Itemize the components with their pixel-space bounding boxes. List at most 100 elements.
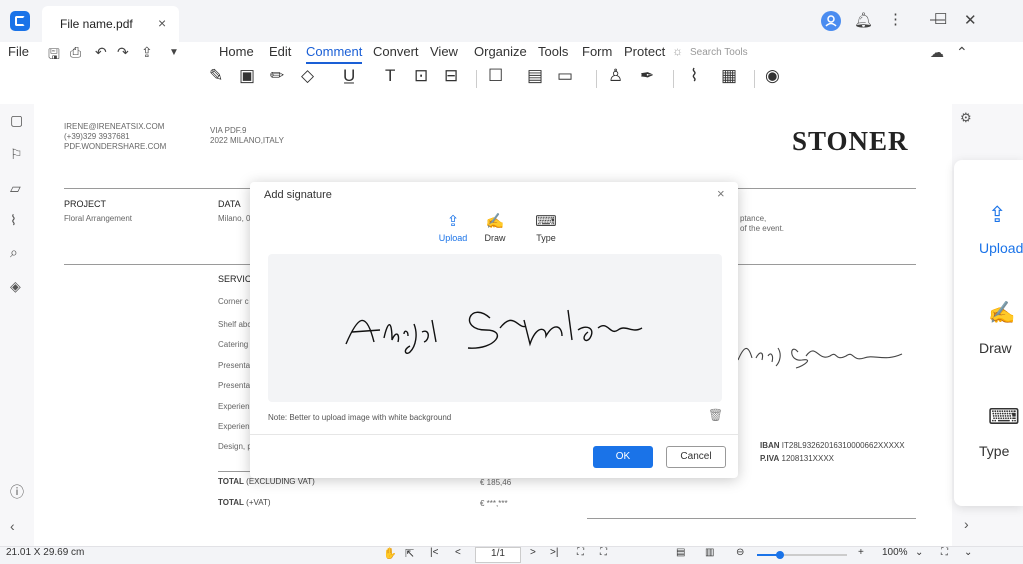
help-icon[interactable]: ⓘ bbox=[10, 482, 24, 502]
service-row: Corner c bbox=[218, 297, 249, 306]
zoom-level[interactable]: 100% bbox=[882, 547, 908, 558]
file-tab[interactable]: File name.pdf × bbox=[42, 6, 179, 42]
tab-upload[interactable]: ⇪ Upload bbox=[433, 212, 473, 243]
search-icon[interactable]: ⌕ bbox=[10, 244, 18, 261]
text-icon[interactable]: T bbox=[385, 66, 395, 86]
menu-home[interactable]: Home bbox=[219, 44, 254, 59]
select-tool-icon[interactable]: ⇱ bbox=[405, 547, 414, 560]
close-icon[interactable]: × bbox=[717, 186, 725, 201]
tab-type[interactable]: ⌨ Type bbox=[526, 212, 566, 243]
fit-width-icon[interactable]: ⛶ bbox=[600, 547, 607, 558]
maximize-icon[interactable]: ☐ bbox=[934, 10, 947, 28]
menu-tools[interactable]: Tools bbox=[538, 44, 568, 59]
share-icon[interactable]: ⇪ bbox=[141, 44, 153, 61]
eraser-icon[interactable]: ◇ bbox=[301, 66, 314, 86]
ok-button[interactable]: OK bbox=[593, 446, 653, 468]
note-icon[interactable]: ▤ bbox=[527, 66, 543, 86]
attachment-panel-icon[interactable]: ⌇ bbox=[10, 212, 17, 229]
data-value: Milano, 0 bbox=[218, 214, 251, 223]
contact-phone: (+39)329 3937681 bbox=[64, 132, 130, 141]
draw-icon[interactable]: ✍ bbox=[988, 300, 1015, 326]
menu-form[interactable]: Form bbox=[582, 44, 612, 59]
bell-icon[interactable]: 🔔︎ bbox=[854, 11, 873, 29]
search-tools-input[interactable]: Search Tools bbox=[690, 47, 748, 58]
menu-edit[interactable]: Edit bbox=[269, 44, 291, 59]
undo-icon[interactable]: ↶ bbox=[95, 44, 107, 61]
cancel-button[interactable]: Cancel bbox=[666, 446, 726, 468]
close-window-icon[interactable]: ✕ bbox=[964, 11, 977, 29]
fullscreen-icon[interactable]: ⛶ bbox=[941, 547, 948, 558]
menu-protect[interactable]: Protect bbox=[624, 44, 665, 59]
stamp-icon[interactable]: ♙ bbox=[608, 66, 623, 86]
keyboard-icon[interactable]: ⌨ bbox=[988, 404, 1020, 430]
more-vertical-icon[interactable]: ⋮ bbox=[888, 10, 903, 28]
zoom-in-icon[interactable]: + bbox=[858, 547, 864, 558]
prev-page-icon[interactable]: < bbox=[455, 547, 461, 558]
customize-dropdown-icon[interactable]: ▼ bbox=[169, 47, 179, 58]
scroll-down-icon[interactable]: ⌄ bbox=[964, 547, 972, 558]
redo-icon[interactable]: ↷ bbox=[117, 44, 129, 61]
add-signature-dialog: Add signature × ⇪ Upload ✍ Draw ⌨ Type N… bbox=[250, 182, 738, 478]
zoom-slider[interactable] bbox=[757, 551, 847, 559]
tab-draw-label: Draw bbox=[484, 233, 506, 243]
textbox-icon[interactable]: ⊡ bbox=[414, 66, 428, 86]
collapse-left-icon[interactable]: ‹ bbox=[10, 518, 15, 534]
close-tab-icon[interactable]: × bbox=[158, 15, 166, 31]
panel-type-label[interactable]: Type bbox=[979, 443, 1009, 459]
page-thumbnail-icon[interactable]: ▢ bbox=[10, 112, 23, 129]
pencil-icon[interactable]: ✏ bbox=[270, 66, 284, 86]
first-page-icon[interactable]: |< bbox=[430, 547, 438, 558]
panel-draw-label[interactable]: Draw bbox=[979, 340, 1012, 356]
menu-organize[interactable]: Organize bbox=[474, 44, 527, 59]
panel-upload-label[interactable]: Upload bbox=[979, 240, 1023, 256]
single-page-view-icon[interactable]: ▤ bbox=[676, 547, 685, 558]
note-text: ptance, of the event. bbox=[740, 214, 784, 234]
project-value: Floral Arrangement bbox=[64, 214, 133, 223]
layers-icon[interactable]: ◈ bbox=[10, 278, 21, 295]
service-row: Catering bbox=[218, 340, 249, 349]
avatar[interactable] bbox=[821, 11, 841, 31]
toolbar-divider bbox=[673, 70, 674, 88]
last-page-icon[interactable]: >| bbox=[550, 547, 558, 558]
menu-convert[interactable]: Convert bbox=[373, 44, 419, 59]
print-icon[interactable]: ⎙ bbox=[70, 44, 81, 61]
expand-right-icon[interactable]: › bbox=[964, 516, 969, 532]
tab-draw[interactable]: ✍ Draw bbox=[475, 212, 515, 243]
eye-icon[interactable]: ◉ bbox=[765, 66, 780, 86]
save-icon[interactable]: 🖫 bbox=[48, 44, 60, 68]
cloud-upload-icon[interactable]: ☁ bbox=[930, 44, 944, 61]
bookmark-icon[interactable]: ⚐ bbox=[10, 146, 23, 163]
properties-icon[interactable]: ⚙ bbox=[960, 110, 972, 126]
menu-comment[interactable]: Comment bbox=[306, 44, 362, 59]
zoom-dropdown-icon[interactable]: ⌄ bbox=[915, 547, 923, 558]
dialog-divider bbox=[250, 434, 738, 435]
comment-icon[interactable]: ▱ bbox=[10, 180, 21, 197]
area-highlight-icon[interactable]: ▣ bbox=[239, 66, 255, 86]
app-logo[interactable] bbox=[10, 11, 30, 31]
attachment-icon[interactable]: ⌇ bbox=[690, 66, 698, 86]
underline-icon[interactable]: U̲ bbox=[343, 66, 355, 86]
zoom-out-icon[interactable]: ⊖ bbox=[736, 547, 744, 558]
collapse-ribbon-icon[interactable]: ⌃ bbox=[956, 44, 968, 61]
comment-list-icon[interactable]: ▦ bbox=[721, 66, 737, 86]
shape-icon[interactable]: ☐ bbox=[488, 66, 503, 86]
piva-line: P.IVA 1208131XXXX bbox=[760, 454, 834, 464]
trash-icon[interactable]: 🗑︎ bbox=[708, 408, 723, 422]
toolbar-divider bbox=[754, 70, 755, 88]
highlight-icon[interactable]: ✎ bbox=[209, 66, 223, 86]
upload-icon[interactable]: ⇪ bbox=[988, 202, 1006, 228]
hand-tool-icon[interactable]: ✋ bbox=[383, 547, 397, 560]
fit-page-icon[interactable]: ⛶ bbox=[577, 547, 584, 558]
file-menu[interactable]: File bbox=[8, 44, 29, 59]
next-page-icon[interactable]: > bbox=[530, 547, 536, 558]
scroll-mode-icon[interactable]: ▥ bbox=[705, 547, 714, 558]
signature-icon[interactable]: ✒ bbox=[640, 66, 654, 86]
callout-icon[interactable]: ⊟ bbox=[444, 66, 458, 86]
zoom-slider-thumb[interactable] bbox=[775, 551, 784, 559]
piva-label: P.IVA bbox=[760, 454, 780, 463]
menu-view[interactable]: View bbox=[430, 44, 458, 59]
signature-preview[interactable] bbox=[268, 254, 722, 402]
contact-email: IRENE@IRENEATSIX.COM bbox=[64, 122, 165, 131]
measure-icon[interactable]: ▭ bbox=[557, 66, 573, 86]
page-number-input[interactable]: 1/1 bbox=[475, 547, 521, 563]
